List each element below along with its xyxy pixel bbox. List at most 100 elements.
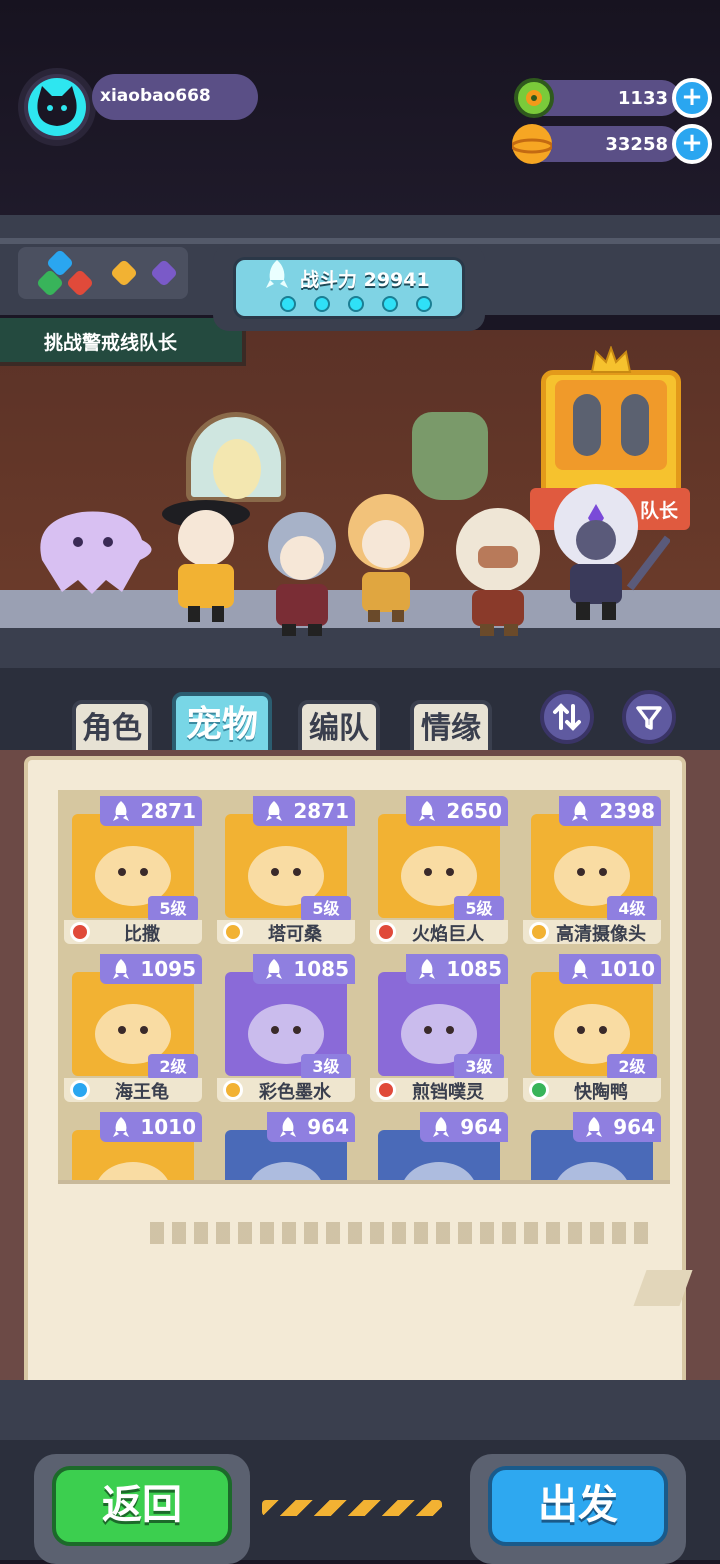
pet-power-tag: 1095 [100, 954, 202, 984]
power-rocket-icon [266, 260, 288, 288]
back-button[interactable]: 返回 [52, 1466, 232, 1546]
sort-icon [553, 703, 581, 731]
pet-card[interactable]: 1095 2级 海王龟 [64, 954, 202, 1102]
fire-hex-icon [65, 268, 95, 298]
pet-card[interactable]: 2650 5级 火焰巨人 [370, 796, 508, 944]
pet-level: 4级 [607, 896, 657, 922]
pet-card[interactable]: 2871 5级 塔可桑 [217, 796, 355, 944]
dark-hex-icon [149, 258, 179, 288]
team-character-5[interactable] [530, 478, 672, 624]
power-rocket-icon [419, 959, 436, 979]
pet-level: 5级 [148, 896, 198, 922]
team-pet-ghost[interactable] [22, 500, 162, 600]
team-character-3[interactable] [336, 490, 436, 624]
pet-power-tag: 2398 [559, 796, 661, 826]
go-button[interactable]: 出发 [488, 1466, 668, 1546]
pet-name: 火焰巨人 [412, 924, 484, 944]
pet-level: 3级 [301, 1054, 351, 1080]
power-rocket-icon [266, 959, 283, 979]
pet-name: 煎铛噗灵 [412, 1082, 484, 1102]
team-slot-dot [280, 296, 296, 312]
egg-dome [186, 412, 286, 502]
filter-icon [636, 706, 662, 730]
pet-card[interactable]: 1085 3级 彩色墨水 [217, 954, 355, 1102]
power-rocket-icon [113, 1117, 130, 1137]
pet-power-tag: 964 [267, 1112, 355, 1142]
pet-name: 彩色墨水 [259, 1082, 331, 1102]
vase [412, 412, 488, 500]
pet-card[interactable]: 1010 [64, 1112, 202, 1180]
pet-name: 海王龟 [115, 1082, 169, 1102]
crown-icon [590, 346, 632, 373]
pet-power: 2871 [140, 799, 196, 823]
power-rocket-icon [572, 959, 589, 979]
power-rocket-icon [113, 959, 130, 979]
cat-avatar-icon [37, 86, 77, 126]
sort-button[interactable] [540, 690, 594, 744]
pet-card[interactable]: 2398 4级 高清摄像头 [523, 796, 661, 944]
pet-power: 964 [613, 1115, 655, 1139]
grid-divider [58, 1180, 670, 1184]
element-swap-panel[interactable] [18, 247, 188, 299]
pet-power-tag: 1085 [406, 954, 508, 984]
pet-name: 塔可桑 [268, 924, 322, 944]
gem-amount: 1133 [617, 88, 668, 109]
pet-power: 1095 [140, 957, 196, 981]
pet-power-tag: 964 [573, 1112, 661, 1142]
pet-power: 964 [460, 1115, 502, 1139]
filter-button[interactable] [622, 690, 676, 744]
pet-level: 5级 [301, 896, 351, 922]
pet-power-tag: 1085 [253, 954, 355, 984]
team-slot-dot [314, 296, 330, 312]
pet-card[interactable]: 1010 2级 快陶鸭 [523, 954, 661, 1102]
team-power: 战斗力 29941 [300, 269, 430, 291]
pet-power: 964 [307, 1115, 349, 1139]
power-rocket-icon [113, 801, 130, 821]
username: xiaobao668 [100, 86, 211, 106]
pet-card[interactable]: 964 [217, 1112, 355, 1180]
pet-power-tag: 1010 [559, 954, 661, 984]
power-rocket-icon [572, 801, 589, 821]
pet-power: 2398 [599, 799, 655, 823]
pet-power-tag: 2871 [100, 796, 202, 826]
pet-power-tag: 1010 [100, 1112, 202, 1142]
pet-power: 1085 [446, 957, 502, 981]
power-rocket-icon [433, 1117, 450, 1137]
power-rocket-icon [419, 801, 436, 821]
mission-label: 挑战警戒线队长 [44, 332, 178, 354]
pet-power: 2650 [446, 799, 502, 823]
power-rocket-icon [266, 801, 283, 821]
pet-card[interactable]: 1085 3级 煎铛噗灵 [370, 954, 508, 1102]
add-gems-button[interactable]: + [672, 78, 712, 118]
pet-name: 快陶鸭 [574, 1082, 628, 1102]
pet-level: 3级 [454, 1054, 504, 1080]
planet-coin-icon [510, 124, 554, 164]
pet-level: 5级 [454, 896, 504, 922]
pet-name: 比撒 [124, 924, 160, 944]
coin-amount: 33258 [605, 134, 668, 155]
stage-shelf-front [0, 628, 720, 668]
pet-card[interactable]: 964 [523, 1112, 661, 1180]
add-coins-button[interactable]: + [672, 124, 712, 164]
captain-portrait [555, 380, 667, 470]
pet-level: 2级 [148, 1054, 198, 1080]
hazard-stripe [262, 1500, 442, 1516]
girder-rail [0, 238, 720, 244]
pet-power: 2871 [293, 799, 349, 823]
team-character-1[interactable] [158, 492, 254, 624]
team-slot-dot [382, 296, 398, 312]
team-slot-dot [348, 296, 364, 312]
power-rocket-icon [280, 1117, 297, 1137]
pet-power: 1010 [140, 1115, 196, 1139]
pet-power-tag: 964 [420, 1112, 508, 1142]
pet-card[interactable]: 2871 5级 比撒 [64, 796, 202, 944]
pet-power: 1085 [293, 957, 349, 981]
tab-pets[interactable]: 宠物 [172, 692, 272, 758]
pet-card[interactable]: 964 [370, 1112, 508, 1180]
avatar[interactable] [28, 78, 86, 136]
team-character-2[interactable] [252, 508, 348, 638]
pet-power-tag: 2871 [253, 796, 355, 826]
pet-power-tag: 2650 [406, 796, 508, 826]
pet-level: 2级 [607, 1054, 657, 1080]
light-hex-icon [109, 258, 139, 288]
